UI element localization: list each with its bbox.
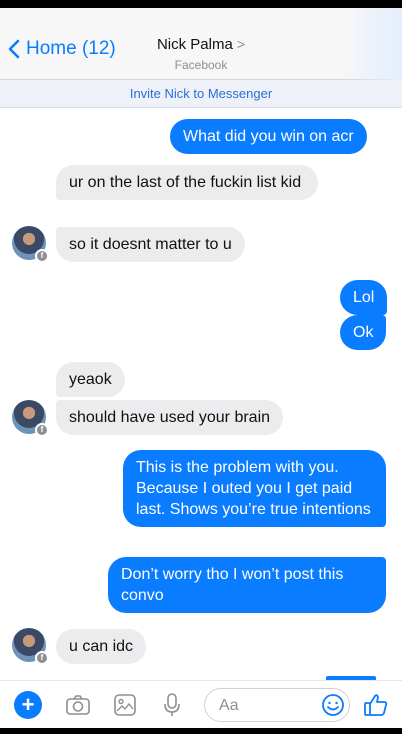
plus-icon[interactable]: + [14, 691, 42, 719]
message-incoming[interactable]: yeaok [56, 362, 125, 397]
contact-avatar[interactable]: f [12, 628, 49, 665]
message-outgoing[interactable]: Lol [340, 280, 388, 315]
message-incoming[interactable]: so it doesnt matter to u [56, 227, 245, 262]
message-incoming[interactable]: should have used your brain [56, 400, 284, 435]
message-outgoing[interactable]: Don’t worry tho I won’t post this convo [108, 557, 386, 613]
facebook-badge-icon: f [35, 651, 49, 665]
invite-banner[interactable]: Invite Nick to Messenger [0, 80, 402, 108]
message-outgoing[interactable]: What did you win on acr [170, 119, 367, 154]
like-icon[interactable] [362, 691, 390, 719]
facebook-badge-icon: f [35, 249, 49, 263]
message-input-placeholder: Aa [219, 697, 239, 714]
header-shadow [342, 8, 402, 80]
facebook-badge-icon: f [35, 423, 49, 437]
composer-bar: + Aa [0, 680, 402, 728]
conversation-header: Home (12) Nick Palma > Facebook [0, 8, 402, 80]
camera-icon[interactable] [64, 691, 92, 719]
message-outgoing[interactable]: This is the problem with you. Because I … [123, 450, 386, 527]
photo-icon[interactable] [111, 691, 139, 719]
contact-avatar[interactable]: f [12, 400, 49, 437]
message-input[interactable]: Aa [204, 688, 350, 722]
emoji-icon[interactable] [321, 693, 345, 717]
status-bar [0, 0, 402, 8]
home-indicator-area [0, 728, 402, 734]
message-incoming[interactable]: ur on the last of the fuckin list kid [56, 165, 318, 200]
contact-name-text: Nick Palma [156, 36, 233, 53]
microphone-icon[interactable] [158, 691, 186, 719]
message-incoming[interactable]: u can idc [56, 629, 147, 664]
chevron-right-icon: > [236, 36, 246, 52]
contact-avatar[interactable]: f [12, 226, 49, 263]
message-outgoing[interactable]: Ok [340, 315, 387, 350]
